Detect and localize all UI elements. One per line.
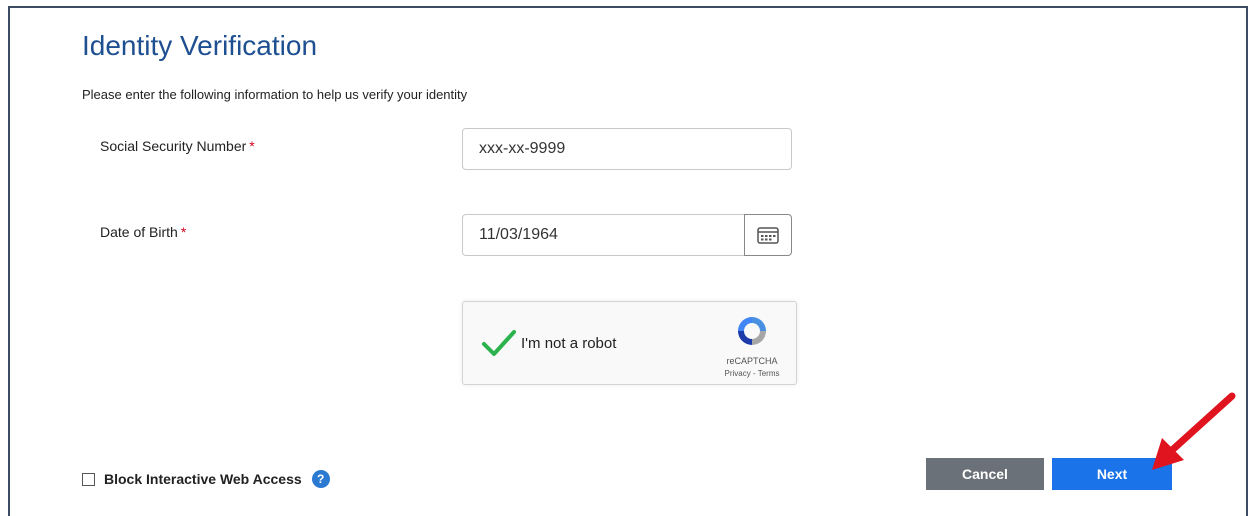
instructions-text: Please enter the following information t… — [82, 87, 468, 102]
recaptcha-widget: I'm not a robot reCAPTCHA Privacy - Term… — [462, 301, 797, 385]
dob-required-mark: * — [180, 224, 187, 240]
ssn-input[interactable] — [462, 128, 792, 170]
help-icon[interactable]: ? — [311, 470, 330, 488]
recaptcha-logo-icon — [738, 317, 766, 345]
block-access-checkbox[interactable] — [82, 472, 95, 486]
block-access-label: Block Interactive Web Access — [104, 471, 302, 487]
calendar-button[interactable] — [744, 214, 792, 256]
next-button[interactable]: Next — [1052, 458, 1172, 490]
dob-label-text: Date of Birth — [100, 224, 178, 240]
window-frame — [8, 6, 1248, 516]
ssn-label-text: Social Security Number — [100, 138, 247, 154]
dob-label: Date of Birth * — [100, 224, 186, 240]
recaptcha-privacy-terms[interactable]: Privacy - Terms — [722, 369, 782, 378]
calendar-icon — [757, 227, 779, 244]
page-title: Identity Verification — [82, 30, 318, 61]
checkmark-icon[interactable] — [481, 328, 517, 358]
block-access-option: Block Interactive Web Access ? — [82, 470, 330, 488]
cancel-button[interactable]: Cancel — [926, 458, 1044, 490]
recaptcha-brand: reCAPTCHA — [726, 356, 778, 366]
dob-input[interactable] — [462, 214, 744, 256]
ssn-required-mark: * — [249, 138, 255, 154]
ssn-label: Social Security Number * — [100, 138, 255, 154]
captcha-label: I'm not a robot — [521, 335, 617, 352]
